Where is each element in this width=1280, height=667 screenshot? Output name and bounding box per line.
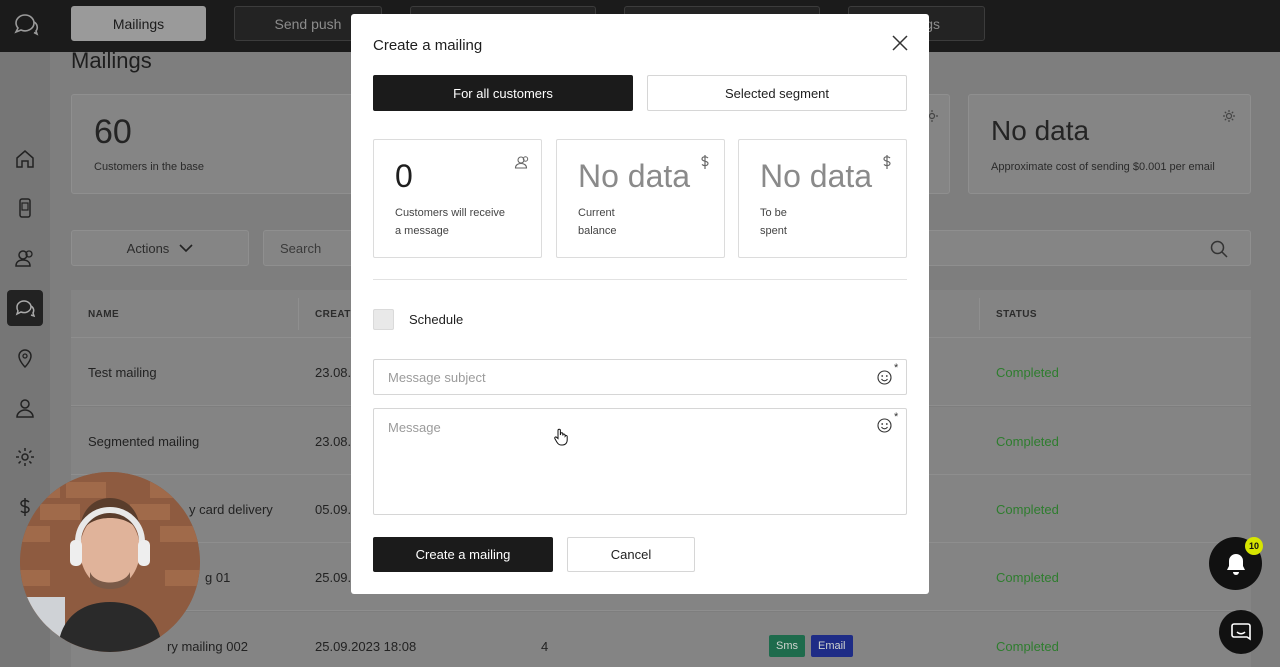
row-channels: Sms Email (769, 612, 859, 667)
customers-count: 60 (94, 113, 132, 151)
chat-icon (15, 300, 36, 318)
row-status: Completed (996, 433, 1059, 449)
actions-label: Actions (126, 240, 170, 256)
sidebar-item-mailings[interactable] (7, 290, 43, 326)
home-icon (16, 150, 34, 168)
row-date: 23.08. (315, 364, 352, 380)
schedule-label[interactable]: Schedule (409, 312, 463, 327)
bell-icon (1226, 553, 1245, 575)
row-status: Completed (996, 501, 1059, 517)
balance-value: No data (578, 158, 691, 194)
row-date: 25.09.2023 18:08 (315, 638, 417, 654)
required-mark: * (894, 411, 899, 423)
support-chat-button[interactable] (1219, 610, 1263, 654)
recipients-value: 0 (395, 158, 413, 194)
hand-cursor-icon (554, 428, 568, 446)
sidebar-item-devices[interactable] (7, 190, 43, 226)
cost-card: No data Approximate cost of sending $0.0… (968, 94, 1251, 194)
search-placeholder: Search (280, 240, 322, 256)
spend-stat: No data To be spent (738, 139, 907, 258)
row-date: 25.09. (315, 569, 352, 585)
search-icon[interactable] (1210, 240, 1228, 258)
users-icon (15, 250, 33, 267)
recipients-label: Customers will receive a message (395, 207, 506, 237)
message-textarea[interactable]: Message (373, 408, 907, 515)
balance-label: Current balance (578, 207, 617, 237)
schedule-checkbox[interactable] (373, 309, 394, 330)
segment-all-customers-button[interactable]: For all customers (373, 75, 633, 111)
chat-bubble-icon (1231, 623, 1251, 641)
cost-label: Approximate cost of sending $0.001 per e… (991, 161, 1215, 173)
table-row[interactable]: ry mailing 002 25.09.2023 18:08 4 Sms Em… (71, 612, 1251, 667)
cancel-button[interactable]: Cancel (567, 537, 695, 572)
balance-stat: No data Current balance (556, 139, 725, 258)
location-icon (18, 349, 32, 369)
notification-count-badge: 10 (1245, 537, 1263, 555)
row-status: Completed (996, 364, 1059, 380)
create-mailing-button[interactable]: Create a mailing (373, 537, 553, 572)
segment-selected-button[interactable]: Selected segment (647, 75, 907, 111)
row-status: Completed (996, 638, 1059, 654)
chevron-down-icon (179, 244, 193, 253)
row-date: 05.09. (315, 501, 352, 517)
tab-mailings[interactable]: Mailings (71, 6, 206, 41)
row-name: g 01 (205, 569, 231, 585)
spend-label: To be spent (760, 207, 787, 237)
sms-tag: Sms (769, 635, 805, 657)
phone-icon (19, 198, 31, 218)
column-header-status[interactable]: STATUS (996, 290, 1037, 338)
customers-label: Customers in the base (94, 161, 205, 173)
email-tag: Email (811, 635, 853, 657)
message-placeholder: Message (388, 420, 441, 435)
recipients-stat: 0 Customers will receive a message (373, 139, 542, 258)
sidebar-item-customers[interactable] (7, 240, 43, 276)
webcam-presenter-image (20, 472, 200, 652)
sidebar-item-home[interactable] (7, 141, 43, 177)
column-header-name[interactable]: NAME (88, 290, 119, 338)
row-name: y card delivery (189, 501, 273, 517)
row-date: 23.08. (315, 433, 352, 449)
sidebar-item-profile[interactable] (7, 390, 43, 426)
spend-value: No data (760, 158, 873, 194)
customers-card: 60 Customers in the base (71, 94, 381, 194)
dollar-icon (883, 155, 891, 169)
create-mailing-dialog: Create a mailing For all customers Selec… (351, 14, 929, 594)
emoji-icon[interactable] (877, 418, 892, 433)
actions-dropdown[interactable]: Actions (71, 230, 249, 266)
gear-icon[interactable] (1222, 109, 1236, 123)
subject-placeholder: Message subject (388, 369, 486, 385)
row-status: Completed (996, 569, 1059, 585)
chat-logo-icon (14, 14, 39, 36)
row-name: Test mailing (88, 364, 157, 380)
row-name: Segmented mailing (88, 433, 200, 449)
cost-value: No data (991, 115, 1090, 146)
page-title: Mailings (71, 48, 152, 73)
close-icon[interactable] (891, 34, 909, 52)
dialog-title: Create a mailing (373, 37, 483, 54)
sidebar-item-locations[interactable] (7, 340, 43, 376)
gear-icon (16, 448, 34, 466)
row-count: 4 (541, 638, 549, 654)
row-name: ry mailing 002 (167, 638, 248, 654)
sidebar-item-settings[interactable] (7, 439, 43, 475)
users-icon (514, 156, 529, 169)
dollar-icon (701, 155, 709, 169)
message-subject-input[interactable]: Message subject (373, 359, 907, 395)
webcam-overlay (20, 472, 200, 652)
user-icon (16, 399, 34, 418)
emoji-icon[interactable] (877, 370, 892, 385)
required-mark: * (894, 362, 899, 374)
divider (373, 279, 907, 280)
